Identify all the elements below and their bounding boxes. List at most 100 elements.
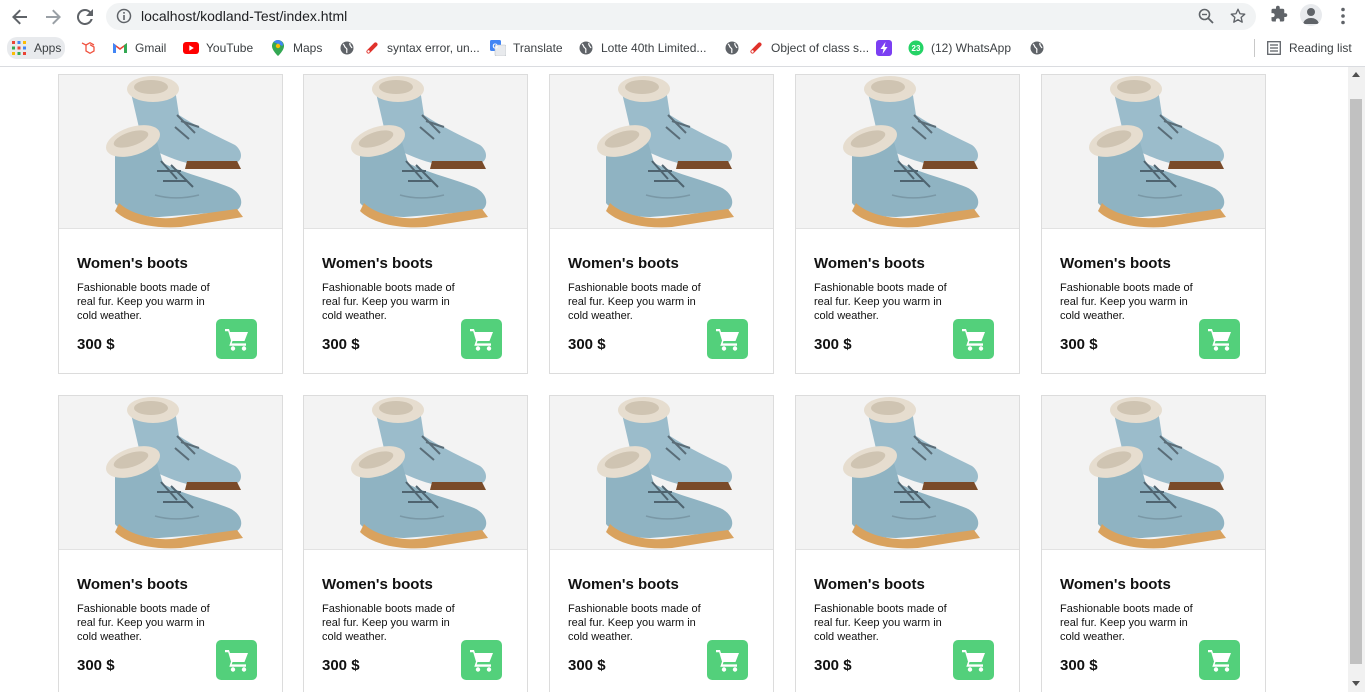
forward-button[interactable] (40, 4, 66, 30)
bookmark-maps[interactable]: Maps (270, 38, 322, 58)
maps-icon (270, 40, 286, 56)
translate-icon: G (490, 40, 506, 56)
boots-image-icon (796, 396, 1019, 549)
product-price: 300 $ (814, 336, 852, 353)
product-image (59, 396, 282, 550)
product-price: 300 $ (322, 336, 360, 353)
bookmark-label: YouTube (206, 41, 254, 55)
bookmark-label: Lotte 40th Limited... (601, 41, 707, 55)
profile-avatar[interactable] (1300, 4, 1322, 26)
product-price: 300 $ (77, 657, 115, 674)
product-title: Women's boots (322, 255, 433, 272)
bookmark-globe-1[interactable] (339, 38, 362, 58)
add-to-cart-button[interactable] (953, 640, 994, 680)
product-description: Fashionable boots made of real fur. Keep… (77, 282, 210, 322)
shopping-cart-icon (715, 650, 739, 672)
boots-image-icon (59, 75, 282, 228)
boots-image-icon (304, 396, 527, 549)
reading-list-label: Reading list (1289, 41, 1352, 55)
bookmark-translate[interactable]: G Translate (490, 38, 563, 58)
product-title: Women's boots (1060, 576, 1171, 593)
product-card: Women's boots Fashionable boots made of … (303, 395, 528, 692)
add-to-cart-button[interactable] (1199, 319, 1240, 359)
product-image (1042, 396, 1265, 550)
bookmark-label: (12) WhatsApp (931, 41, 1012, 55)
bookmark-whatsapp[interactable]: 23 (12) WhatsApp (908, 38, 1011, 58)
product-title: Women's boots (814, 576, 925, 593)
bookmark-laravel[interactable] (80, 38, 103, 58)
address-bar[interactable]: localhost/kodland-Test/index.html (106, 3, 1256, 30)
bookmarks-separator (1254, 39, 1255, 57)
bookmark-lotte[interactable]: Lotte 40th Limited... (578, 38, 706, 58)
add-to-cart-button[interactable] (461, 640, 502, 680)
add-to-cart-button[interactable] (216, 640, 257, 680)
bookmark-apps[interactable]: Apps (7, 37, 66, 59)
add-to-cart-button[interactable] (707, 640, 748, 680)
add-to-cart-button[interactable] (953, 319, 994, 359)
boots-image-icon (304, 75, 527, 228)
product-image (550, 75, 773, 229)
product-card: Women's boots Fashionable boots made of … (58, 74, 283, 374)
boots-image-icon (550, 396, 773, 549)
bookmark-youtube[interactable]: YouTube (183, 38, 253, 58)
back-button[interactable] (7, 4, 33, 30)
scrollbar-thumb[interactable] (1350, 99, 1362, 664)
back-arrow-icon (12, 9, 27, 25)
product-price: 300 $ (1060, 336, 1098, 353)
reading-list-icon (1266, 40, 1282, 56)
product-title: Women's boots (814, 255, 925, 272)
scroll-down-arrow-icon[interactable] (1352, 681, 1360, 686)
menu-kebab-icon[interactable] (1337, 7, 1349, 25)
bookmark-globe-2[interactable] (724, 38, 747, 58)
product-description: Fashionable boots made of real fur. Keep… (814, 282, 947, 322)
bookmark-label: Object of class s... (771, 41, 870, 55)
bookmark-syntax-error[interactable]: syntax error, un... (364, 38, 480, 58)
product-price: 300 $ (568, 336, 606, 353)
boots-image-icon (1042, 396, 1265, 549)
apps-grid-icon (11, 40, 27, 56)
bookmark-gmail[interactable]: Gmail (112, 38, 166, 58)
vertical-scrollbar[interactable] (1348, 67, 1365, 692)
shopping-cart-icon (1207, 329, 1231, 351)
url-text[interactable]: localhost/kodland-Test/index.html (141, 8, 347, 24)
shopping-cart-icon (224, 329, 248, 351)
bookmark-object-of-class[interactable]: Object of class s... (748, 38, 869, 58)
product-title: Women's boots (77, 255, 188, 272)
add-to-cart-button[interactable] (1199, 640, 1240, 680)
product-card: Women's boots Fashionable boots made of … (58, 395, 283, 692)
product-card: Women's boots Fashionable boots made of … (1041, 395, 1266, 692)
product-card: Women's boots Fashionable boots made of … (549, 74, 774, 374)
product-price: 300 $ (568, 657, 606, 674)
add-to-cart-button[interactable] (707, 319, 748, 359)
scroll-up-arrow-icon[interactable] (1352, 72, 1360, 77)
reload-icon (77, 9, 93, 25)
info-icon[interactable] (116, 8, 132, 24)
add-to-cart-button[interactable] (216, 319, 257, 359)
product-image (550, 396, 773, 550)
product-card: Women's boots Fashionable boots made of … (795, 395, 1020, 692)
product-title: Women's boots (1060, 255, 1171, 272)
product-image (796, 75, 1019, 229)
bookmarks-bar: Apps Gmail YouTube Maps syntax error, un… (0, 34, 1365, 62)
zoom-icon[interactable] (1198, 8, 1214, 24)
reading-list-button[interactable]: Reading list (1266, 38, 1352, 58)
svg-text:G: G (493, 44, 499, 51)
bookmark-globe-3[interactable] (1029, 38, 1052, 58)
extensions-puzzle-icon[interactable] (1270, 5, 1288, 23)
shopping-cart-icon (469, 329, 493, 351)
boots-image-icon (59, 396, 282, 549)
lightning-icon (876, 40, 892, 56)
reload-button[interactable] (72, 4, 98, 30)
globe-icon (1029, 40, 1045, 56)
product-image (59, 75, 282, 229)
shopping-cart-icon (961, 329, 985, 351)
product-image (1042, 75, 1265, 229)
add-to-cart-button[interactable] (461, 319, 502, 359)
bookmark-star-icon[interactable] (1229, 7, 1247, 25)
bookmark-lightning[interactable] (876, 38, 899, 58)
product-description: Fashionable boots made of real fur. Keep… (814, 603, 947, 643)
product-title: Women's boots (77, 576, 188, 593)
product-price: 300 $ (322, 657, 360, 674)
product-image (304, 75, 527, 229)
shopping-cart-icon (224, 650, 248, 672)
